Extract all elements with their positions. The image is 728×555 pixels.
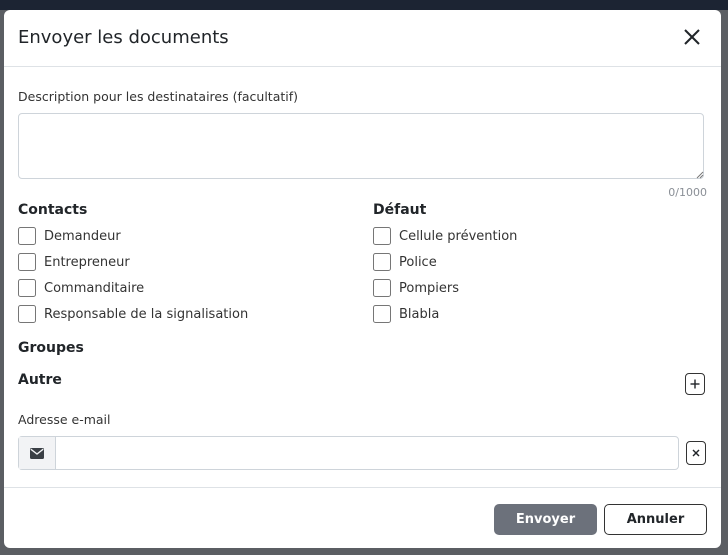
close-icon	[684, 29, 700, 45]
cancel-button[interactable]: Annuler	[604, 504, 707, 535]
send-documents-dialog: Envoyer les documents Description pour l…	[4, 10, 721, 548]
contacts-title: Contacts	[18, 202, 88, 218]
other-title: Autre	[18, 372, 62, 388]
groups-title: Groupes	[18, 340, 84, 356]
checkbox-police[interactable]	[373, 253, 391, 271]
x-icon	[692, 449, 700, 457]
send-button[interactable]: Envoyer	[494, 504, 597, 535]
checkbox-row-police[interactable]: Police	[373, 252, 437, 272]
checkbox-row-entrepreneur[interactable]: Entrepreneur	[18, 252, 130, 272]
checkbox-blabla[interactable]	[373, 305, 391, 323]
checkbox-row-demandeur[interactable]: Demandeur	[18, 226, 121, 246]
checkbox-label: Responsable de la signalisation	[44, 306, 249, 322]
checkbox-row-pompiers[interactable]: Pompiers	[373, 278, 459, 298]
checkbox-row-commanditaire[interactable]: Commanditaire	[18, 278, 144, 298]
checkbox-label: Pompiers	[399, 280, 459, 296]
add-email-button[interactable]	[685, 373, 705, 395]
checkbox-cellule-prevention[interactable]	[373, 227, 391, 245]
checkbox-label: Demandeur	[44, 228, 121, 244]
checkbox-label: Entrepreneur	[44, 254, 130, 270]
checkbox-row-blabla[interactable]: Blabla	[373, 304, 439, 324]
dialog-footer: Envoyer Annuler	[4, 487, 721, 548]
checkbox-row-cellule-prevention[interactable]: Cellule prévention	[373, 226, 517, 246]
character-counter: 0/1000	[668, 186, 707, 199]
checkbox-pompiers[interactable]	[373, 279, 391, 297]
checkbox-label: Cellule prévention	[399, 228, 518, 244]
resize-grip-icon[interactable]	[696, 171, 704, 179]
defaults-title: Défaut	[373, 202, 427, 218]
dialog-title: Envoyer les documents	[18, 27, 229, 48]
email-label: Adresse e-mail	[18, 412, 111, 427]
remove-email-button[interactable]	[686, 441, 706, 465]
close-button[interactable]	[681, 26, 703, 48]
dialog-header: Envoyer les documents	[4, 10, 721, 67]
envelope-icon	[19, 437, 56, 469]
background-topbar	[0, 0, 728, 10]
checkbox-commanditaire[interactable]	[18, 279, 36, 297]
email-input[interactable]	[56, 437, 678, 469]
checkbox-label: Blabla	[399, 306, 440, 322]
checkbox-label: Police	[399, 254, 437, 270]
plus-icon	[690, 379, 700, 389]
checkbox-row-responsable-signalisation[interactable]: Responsable de la signalisation	[18, 304, 248, 324]
checkbox-label: Commanditaire	[44, 280, 145, 296]
description-label: Description pour les destinataires (facu…	[18, 89, 299, 104]
checkbox-demandeur[interactable]	[18, 227, 36, 245]
description-textarea[interactable]	[18, 113, 704, 179]
checkbox-responsable-signalisation[interactable]	[18, 305, 36, 323]
checkbox-entrepreneur[interactable]	[18, 253, 36, 271]
email-input-group	[18, 436, 679, 470]
